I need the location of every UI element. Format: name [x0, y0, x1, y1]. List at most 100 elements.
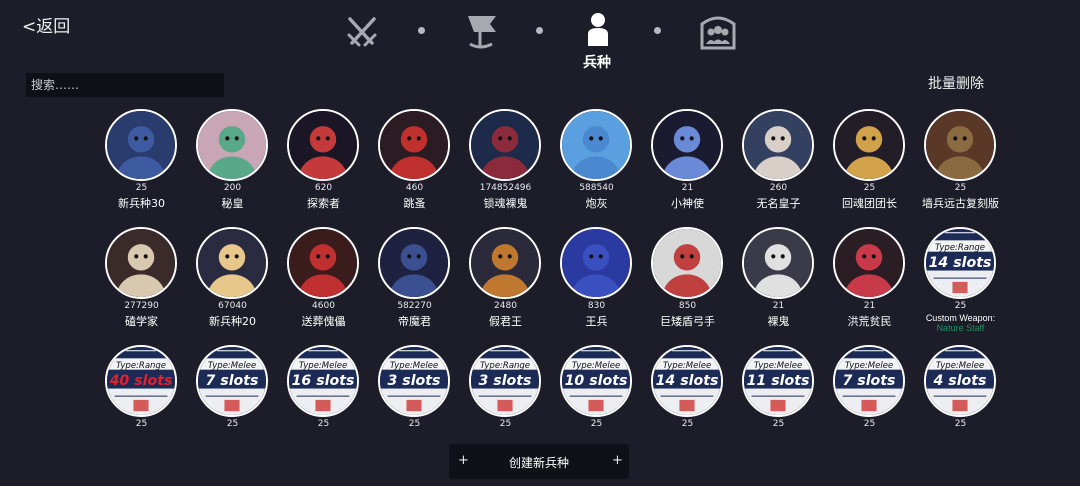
- unit-name: 墙兵远古复刻版: [922, 197, 999, 210]
- weapon-card-icon: Type:Melee 4 slots: [924, 345, 996, 417]
- unit-card[interactable]: 850 巨矮盾弓手: [642, 227, 733, 345]
- unit-cost: 25: [135, 183, 148, 193]
- unit-name: 跳蚤: [403, 197, 426, 210]
- back-button[interactable]: <返回: [22, 12, 70, 37]
- unit-card[interactable]: Type:Range 40 slots 25: [96, 345, 187, 463]
- unit-card[interactable]: Type:Melee 3 slots 25: [369, 345, 460, 463]
- unit-name: 巨矮盾弓手: [660, 315, 715, 328]
- unit-name: 新兵种30: [118, 197, 165, 210]
- unit-name: 秘皇: [221, 197, 244, 210]
- primal-pauper-icon: [833, 227, 905, 299]
- unit-card[interactable]: 277290 磕学家: [96, 227, 187, 345]
- nav-label-units: 兵种: [583, 55, 611, 71]
- white-ghost-icon: [742, 227, 814, 299]
- card-slots-label: 3 slots: [388, 373, 441, 389]
- unit-card[interactable]: 21 小神使: [642, 109, 733, 227]
- custom-weapon-name: Nature Staff: [936, 323, 985, 333]
- unit-card[interactable]: 21 洪荒贫民: [824, 227, 915, 345]
- card-slots-label: 4 slots: [933, 373, 987, 389]
- batch-delete-button[interactable]: 批量删除: [928, 73, 984, 93]
- unit-card[interactable]: 200 秘皇: [187, 109, 278, 227]
- unit-card[interactable]: Type:Melee 16 slots 25: [278, 345, 369, 463]
- unit-card[interactable]: 174852496 锁魂裸鬼: [460, 109, 551, 227]
- unit-cost: 620: [314, 183, 333, 193]
- unit-cost: 25: [772, 419, 785, 429]
- unit-card[interactable]: Type:Melee 7 slots 25: [824, 345, 915, 463]
- unit-cost: 588540: [579, 183, 614, 193]
- unit-card[interactable]: 830 王兵: [551, 227, 642, 345]
- unit-card[interactable]: 67040 新兵种20: [187, 227, 278, 345]
- unit-cost: 21: [863, 301, 876, 311]
- unit-cost: 2480: [494, 301, 517, 311]
- royal-soldier-icon: [560, 227, 632, 299]
- unit-card[interactable]: Type:Melee 4 slots 25: [915, 345, 1006, 463]
- unit-card[interactable]: 25 新兵种30: [96, 109, 187, 227]
- card-slots-label: 40 slots: [109, 373, 173, 389]
- nav-dot: [654, 27, 661, 34]
- custom-weapon-label: Custom Weapon:: [925, 313, 996, 323]
- card-type-label: Type:Range: [480, 361, 530, 371]
- unit-card[interactable]: 620 探索者: [278, 109, 369, 227]
- unit-card[interactable]: 260 无名皇子: [733, 109, 824, 227]
- card-slots-label: 10 slots: [565, 373, 628, 389]
- unit-cost: 200: [223, 183, 242, 193]
- create-unit-button[interactable]: + 创建新兵种 +: [449, 444, 629, 479]
- card-type-label: Type:Melee: [936, 361, 984, 371]
- unit-cost: 25: [226, 419, 239, 429]
- flag-icon[interactable]: [460, 10, 504, 54]
- unit-card[interactable]: Type:Melee 7 slots 25: [187, 345, 278, 463]
- card-slots-label: 16 slots: [292, 373, 355, 389]
- unit-cost: 25: [863, 183, 876, 193]
- weapon-card-icon: Type:Melee 3 slots: [378, 345, 450, 417]
- unit-person-icon[interactable]: [576, 10, 620, 54]
- unit-cost: 174852496: [479, 183, 532, 193]
- unit-card[interactable]: 582270 帝魔君: [369, 227, 460, 345]
- unit-card[interactable]: 21 裸鬼: [733, 227, 824, 345]
- weapon-card-icon: Type:Melee 7 slots: [196, 345, 268, 417]
- demon-lord-icon: [378, 227, 450, 299]
- unit-name: 洪荒贫民: [847, 315, 892, 328]
- unit-name: 送葬傀儡: [301, 315, 346, 328]
- unit-card[interactable]: 25 回魂团团长: [824, 109, 915, 227]
- card-slots-label: 14 slots: [929, 255, 992, 271]
- card-type-label: Type:Melee: [390, 361, 438, 371]
- unit-cost: 25: [590, 419, 603, 429]
- weapon-card-icon: Type:Melee 16 slots: [287, 345, 359, 417]
- unit-cost: 67040: [218, 301, 247, 311]
- wizard-hat-icon: [924, 109, 996, 181]
- search-input[interactable]: [26, 73, 224, 97]
- unit-name: 王兵: [585, 315, 608, 328]
- explorer-teeth-icon: [287, 109, 359, 181]
- top-nav: 兵种: [340, 10, 740, 71]
- nav-dot: [418, 27, 425, 34]
- unit-cost: 25: [954, 183, 967, 193]
- faction-group-icon[interactable]: [696, 10, 740, 54]
- unit-cost: 582270: [397, 301, 432, 311]
- unit-card[interactable]: 588540 炮灰: [551, 109, 642, 227]
- card-type-label: Type:Melee: [754, 361, 802, 371]
- card-type-label: Type:Range: [116, 361, 166, 371]
- unit-cost: 25: [499, 419, 512, 429]
- unit-cost: 25: [681, 419, 694, 429]
- unit-cost: 21: [681, 183, 694, 193]
- unit-card[interactable]: 4600 送葬傀儡: [278, 227, 369, 345]
- funeral-puppet-icon: [287, 227, 359, 299]
- plus-icon: +: [612, 453, 623, 468]
- unit-card[interactable]: Type:Melee 14 slots 25: [642, 345, 733, 463]
- unit-card[interactable]: Type:Range 14 slots 25 Custom Weapon: Nature…: [915, 227, 1006, 345]
- unit-name: 锁魂裸鬼: [483, 197, 528, 210]
- unit-card[interactable]: 25 墙兵远古复刻版: [915, 109, 1006, 227]
- unit-name: 炮灰: [585, 197, 608, 210]
- card-type-label: Type:Melee: [299, 361, 347, 371]
- unit-cost: 830: [587, 301, 606, 311]
- unit-card[interactable]: 2480 假君王: [460, 227, 551, 345]
- little-envoy-icon: [651, 109, 723, 181]
- crossed-swords-icon[interactable]: [340, 10, 384, 54]
- unit-card[interactable]: Type:Melee 11 slots 25: [733, 345, 824, 463]
- unit-card[interactable]: 460 跳蚤: [369, 109, 460, 227]
- weapon-card-icon: Type:Melee 11 slots: [742, 345, 814, 417]
- unit-name: 裸鬼: [767, 315, 790, 328]
- snowman-archer-icon: [651, 227, 723, 299]
- weapon-card-icon: Type:Range 14 slots: [924, 227, 996, 299]
- unit-cost: 25: [954, 301, 967, 311]
